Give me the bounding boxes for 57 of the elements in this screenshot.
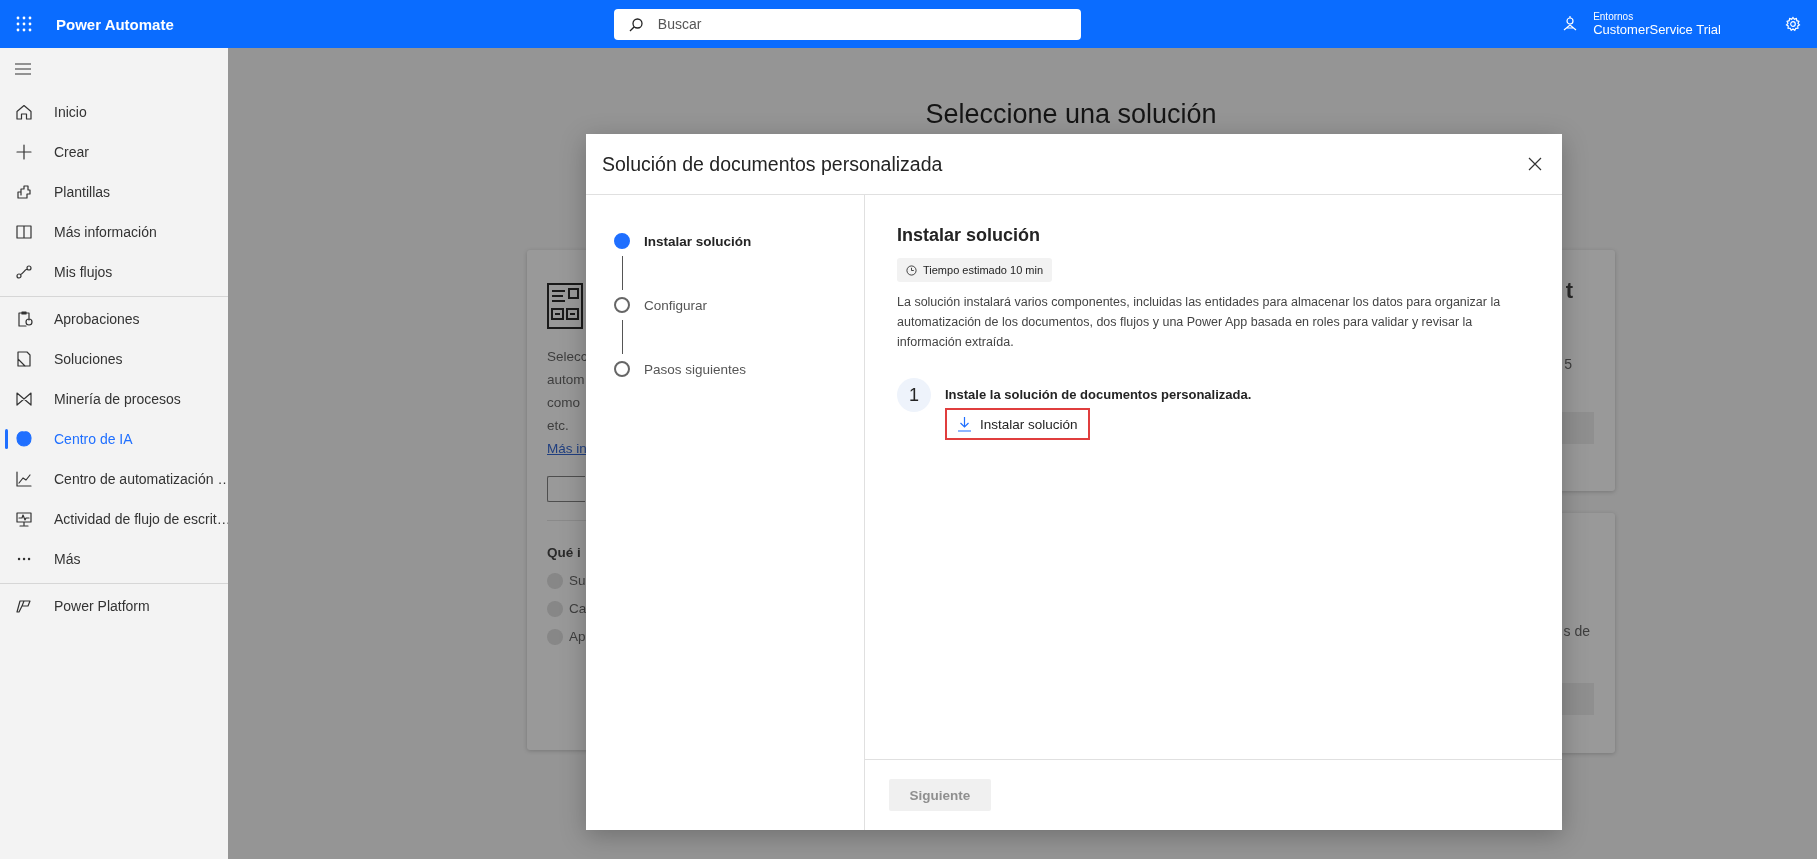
sidebar-item[interactable]: Plantillas — [0, 172, 228, 212]
step-number: 1 — [897, 378, 931, 412]
install-button[interactable]: Instalar solución — [945, 408, 1090, 440]
card-description: autom — [547, 371, 585, 389]
plus-icon — [14, 142, 34, 162]
download-icon — [957, 416, 972, 432]
card-description: etc. — [547, 417, 569, 435]
card-description: s de — [1563, 623, 1590, 639]
wizard-step[interactable]: Pasos siguientes — [614, 361, 864, 377]
option-label: Ap — [569, 628, 586, 646]
card-description: como — [547, 394, 580, 412]
search-field[interactable]: Buscar — [613, 8, 1081, 40]
environment-name[interactable]: CustomerService Trial — [1593, 22, 1721, 37]
description: La solución instalará varios componentes, incluidas las entidades para almacenar los datos para organizar la automatización de los documentos, dos flujos y una Power App basada en roles para validar y revisar la información extraída. — [897, 294, 1502, 351]
learn-more-link[interactable]: Más in — [547, 437, 587, 460]
section-title: Instalar solución — [897, 225, 1042, 246]
book-icon — [14, 222, 34, 242]
flow-icon — [14, 262, 34, 282]
dialog-title: Solución de documentos personalizada — [602, 152, 943, 176]
card-description: 5 — [1564, 356, 1572, 372]
sidebar-item[interactable]: Soluciones — [0, 339, 228, 379]
close-icon[interactable] — [1528, 157, 1542, 171]
settings-icon[interactable] — [1785, 16, 1801, 32]
more-icon — [17, 557, 31, 561]
page-heading: Seleccione una solución — [924, 98, 1218, 131]
menu-icon[interactable] — [14, 62, 32, 76]
wizard-step[interactable]: Configurar — [614, 297, 864, 313]
task-text: Instale la solución de documentos personalizada. — [945, 387, 1252, 402]
app-launcher-icon[interactable] — [16, 16, 32, 32]
option-label: Ca — [569, 600, 587, 618]
puzzle-icon — [14, 182, 34, 202]
sidebar-item[interactable]: Más — [0, 539, 228, 579]
document-icon — [14, 349, 34, 369]
document-layout-icon — [547, 283, 583, 329]
card-title: t — [1565, 278, 1573, 304]
sidebar-item[interactable]: Centro de IA — [0, 419, 228, 459]
sidebar-item[interactable]: Aprobaciones — [0, 299, 228, 339]
monitor-icon — [14, 509, 34, 529]
search-icon — [627, 16, 644, 33]
sidebar-item[interactable]: Actividad de flujo de escrit… — [0, 499, 228, 539]
sidebar-item[interactable]: Más información — [0, 212, 228, 252]
outline-button[interactable] — [547, 476, 585, 502]
option-label: Su — [569, 572, 586, 590]
environment-label: Entornos — [1593, 11, 1635, 22]
home-icon — [14, 102, 34, 122]
sidebar-item[interactable]: Power Platform — [0, 586, 228, 626]
section-title: Qué i — [547, 544, 581, 562]
sidebar-item[interactable]: Crear — [0, 132, 228, 172]
app-name[interactable]: Power Automate — [56, 15, 174, 33]
clock-icon — [906, 264, 917, 276]
chart-icon — [14, 469, 34, 489]
sidebar-item[interactable]: Inicio — [0, 92, 228, 132]
wizard-step[interactable]: Instalar solución — [614, 233, 864, 249]
sidebar-item[interactable]: Minería de procesos — [0, 379, 228, 419]
sidebar-item[interactable]: Mis flujos — [0, 252, 228, 292]
time-estimate: Tiempo estimado 10 min — [923, 264, 1044, 276]
card-description: Selecc — [547, 348, 588, 366]
